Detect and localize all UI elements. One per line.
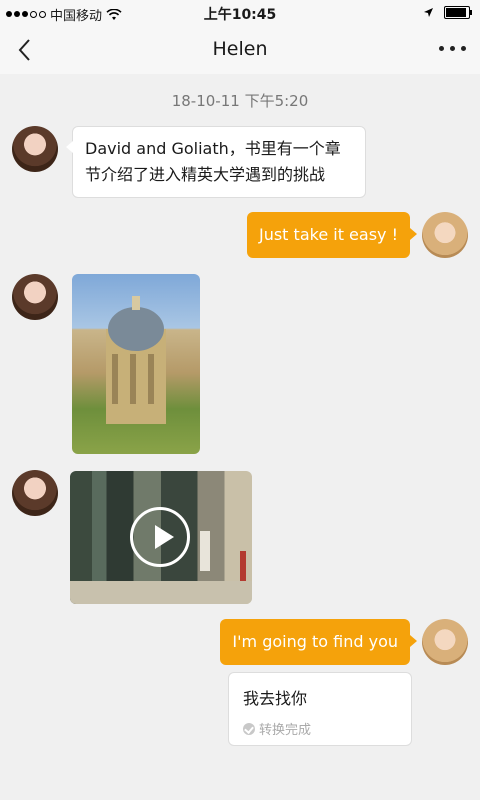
status-bar: 中国移动 上午10:45	[0, 0, 480, 26]
clock: 上午10:45	[203, 7, 277, 23]
transcription-status-label: 转换完成	[259, 723, 312, 738]
message-text: David and Goliath，书里有一个章节介绍了进入精英大学遇到的挑战	[85, 139, 341, 184]
helen-avatar[interactable]	[12, 470, 58, 516]
message-timestamp: 18-10-11 下午5:20	[171, 92, 309, 110]
radcliffe-camera-photo	[106, 296, 166, 424]
play-video-icon[interactable]	[130, 507, 190, 567]
message-text: I'm going to find you	[232, 632, 398, 651]
message-bubble-helen[interactable]: David and Goliath，书里有一个章节介绍了进入精英大学遇到的挑战	[66, 126, 366, 198]
more-options-icon[interactable]	[439, 46, 466, 51]
my-avatar[interactable]	[422, 619, 468, 665]
image-message[interactable]	[72, 274, 200, 454]
video-message[interactable]	[70, 471, 252, 604]
voice-transcription-card[interactable]: 我去找你 转换完成	[228, 672, 412, 746]
navigation-bar: Helen	[0, 26, 480, 74]
message-text: Just take it easy !	[258, 225, 398, 244]
check-circle-icon	[243, 722, 255, 735]
message-bubble-me[interactable]: Just take it easy !	[246, 212, 418, 258]
transcription-text: 我去找你	[243, 689, 308, 708]
location-arrow-icon	[424, 8, 433, 17]
message-bubble-me[interactable]: I'm going to find you	[220, 619, 417, 665]
battery-icon	[444, 6, 472, 19]
helen-avatar[interactable]	[12, 126, 58, 172]
transcription-status: 转换完成	[243, 719, 311, 738]
chat-title: Helen	[212, 38, 268, 60]
my-avatar[interactable]	[422, 212, 468, 258]
helen-avatar[interactable]	[12, 274, 58, 320]
